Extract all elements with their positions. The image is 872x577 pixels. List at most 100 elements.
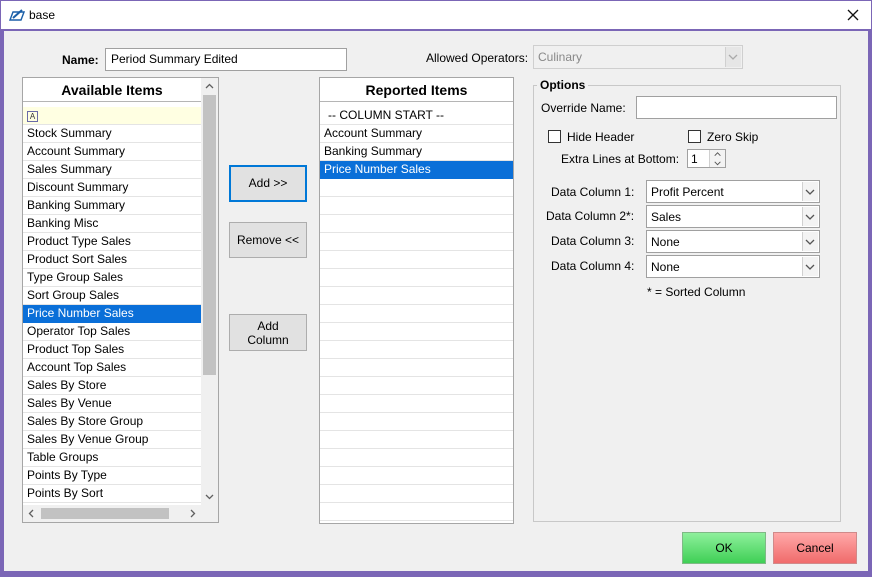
allowed-operators-value: Culinary <box>538 50 583 64</box>
list-item[interactable]: Price Number Sales <box>320 161 513 179</box>
add-column-button[interactable]: Add Column <box>229 314 307 351</box>
data-column-4-label: Data Column 4: <box>551 259 635 273</box>
options-groupbox: Options Override Name: Hide Header Zero … <box>533 78 841 522</box>
hide-header-checkbox[interactable] <box>548 130 561 143</box>
list-item[interactable]: Account Summary <box>320 125 513 143</box>
data-column-2-value: Sales <box>651 210 682 224</box>
empty-list-row <box>320 323 513 341</box>
list-item[interactable]: Banking Summary <box>23 197 201 215</box>
reported-items-list[interactable]: Reported Items -- COLUMN START -- Account… <box>319 77 514 524</box>
reported-items-rows: -- COLUMN START -- Account Summary Banking… <box>320 107 513 521</box>
list-item[interactable]: Sales By Venue <box>23 395 201 413</box>
list-item[interactable]: Sales By Store Group <box>23 413 201 431</box>
list-item[interactable]: Banking Misc <box>23 215 201 233</box>
add-column-line2: Column <box>247 333 289 347</box>
available-items-rows: A Stock Summary Account Summary Sales Summ… <box>23 107 201 503</box>
list-item[interactable]: Sales Summary <box>23 161 201 179</box>
empty-list-row <box>320 467 513 485</box>
scroll-down-icon[interactable] <box>201 488 218 505</box>
available-items-header: Available Items <box>23 78 201 102</box>
data-column-1-dropdown[interactable]: Profit Percent <box>646 180 820 203</box>
name-input[interactable]: Period Summary Edited <box>105 48 347 71</box>
empty-list-row <box>320 359 513 377</box>
list-item[interactable]: Type Group Sales <box>23 269 201 287</box>
empty-list-row <box>320 233 513 251</box>
list-item[interactable]: Stock Summary <box>23 125 201 143</box>
add-button[interactable]: Add >> <box>229 165 307 202</box>
data-column-2-dropdown[interactable]: Sales <box>646 205 820 228</box>
scroll-left-icon[interactable] <box>23 505 40 522</box>
allowed-operators-dropdown[interactable]: Culinary <box>533 45 743 69</box>
cancel-button[interactable]: Cancel <box>773 532 857 564</box>
scroll-corner <box>201 505 218 522</box>
filter-icon: A <box>27 111 38 122</box>
zero-skip-checkbox[interactable] <box>688 130 701 143</box>
data-column-1-value: Profit Percent <box>651 185 724 199</box>
dialog-window: base Name: Period Summary Edited Allowed… <box>0 0 872 577</box>
chevron-down-icon <box>802 232 818 251</box>
available-vertical-scrollbar[interactable] <box>201 78 218 505</box>
empty-list-row <box>320 377 513 395</box>
list-item[interactable]: Operator Top Sales <box>23 323 201 341</box>
empty-list-row <box>320 431 513 449</box>
chevron-down-icon <box>802 182 818 201</box>
data-column-4-value: None <box>651 260 680 274</box>
pencil-app-icon <box>9 9 25 21</box>
list-item[interactable]: Sales By Venue Group <box>23 431 201 449</box>
available-items-list[interactable]: Available Items A Stock Summary Account S… <box>22 77 219 523</box>
add-column-line1: Add <box>257 319 279 333</box>
window-title: base <box>29 8 56 22</box>
close-icon[interactable] <box>843 5 863 25</box>
empty-list-row <box>320 215 513 233</box>
empty-list-row <box>320 503 513 521</box>
empty-list-row <box>320 395 513 413</box>
chevron-down-icon <box>802 257 818 276</box>
available-horizontal-scrollbar[interactable] <box>23 505 201 522</box>
empty-list-row <box>320 449 513 467</box>
vertical-scroll-thumb[interactable] <box>203 95 216 375</box>
list-item[interactable]: Banking Summary <box>320 143 513 161</box>
horizontal-scroll-thumb[interactable] <box>41 508 169 519</box>
empty-list-row <box>320 305 513 323</box>
list-item[interactable]: Sort Group Sales <box>23 287 201 305</box>
data-column-2-label: Data Column 2*: <box>546 209 635 223</box>
list-item[interactable]: Account Top Sales <box>23 359 201 377</box>
allowed-operators-label: Allowed Operators: <box>426 51 529 65</box>
empty-list-row <box>320 251 513 269</box>
list-item[interactable]: Price Number Sales <box>23 305 201 323</box>
scroll-up-icon[interactable] <box>201 78 218 95</box>
reported-items-header: Reported Items <box>320 78 513 102</box>
extra-lines-spinner[interactable]: 1 <box>687 149 726 168</box>
remove-button[interactable]: Remove << <box>229 222 307 258</box>
name-label: Name: <box>62 53 99 67</box>
ok-button[interactable]: OK <box>682 532 766 564</box>
spin-down-icon[interactable] <box>710 159 725 168</box>
data-column-3-dropdown[interactable]: None <box>646 230 820 253</box>
hide-header-label: Hide Header <box>567 130 635 144</box>
list-item[interactable]: Points By Type <box>23 467 201 485</box>
empty-list-row <box>320 197 513 215</box>
filter-row[interactable]: A <box>23 107 201 125</box>
override-name-input[interactable] <box>636 96 837 119</box>
override-name-label: Override Name: <box>541 101 626 115</box>
chevron-down-icon <box>802 207 818 226</box>
chevron-down-icon <box>725 47 741 67</box>
options-title: Options <box>537 78 589 92</box>
empty-list-row <box>320 485 513 503</box>
scroll-right-icon[interactable] <box>184 505 201 522</box>
spin-up-icon[interactable] <box>710 150 725 159</box>
list-item[interactable]: Discount Summary <box>23 179 201 197</box>
data-column-3-label: Data Column 3: <box>551 234 635 248</box>
list-item[interactable]: Sales By Store <box>23 377 201 395</box>
extra-lines-label: Extra Lines at Bottom: <box>561 152 680 166</box>
list-item[interactable]: Product Sort Sales <box>23 251 201 269</box>
empty-list-row <box>320 341 513 359</box>
list-item[interactable]: Product Type Sales <box>23 233 201 251</box>
list-item[interactable]: Table Groups <box>23 449 201 467</box>
list-item[interactable]: -- COLUMN START -- <box>320 107 513 125</box>
data-column-4-dropdown[interactable]: None <box>646 255 820 278</box>
list-item[interactable]: Points By Sort <box>23 485 201 503</box>
list-item[interactable]: Product Top Sales <box>23 341 201 359</box>
data-column-1-label: Data Column 1: <box>551 185 635 199</box>
list-item[interactable]: Account Summary <box>23 143 201 161</box>
